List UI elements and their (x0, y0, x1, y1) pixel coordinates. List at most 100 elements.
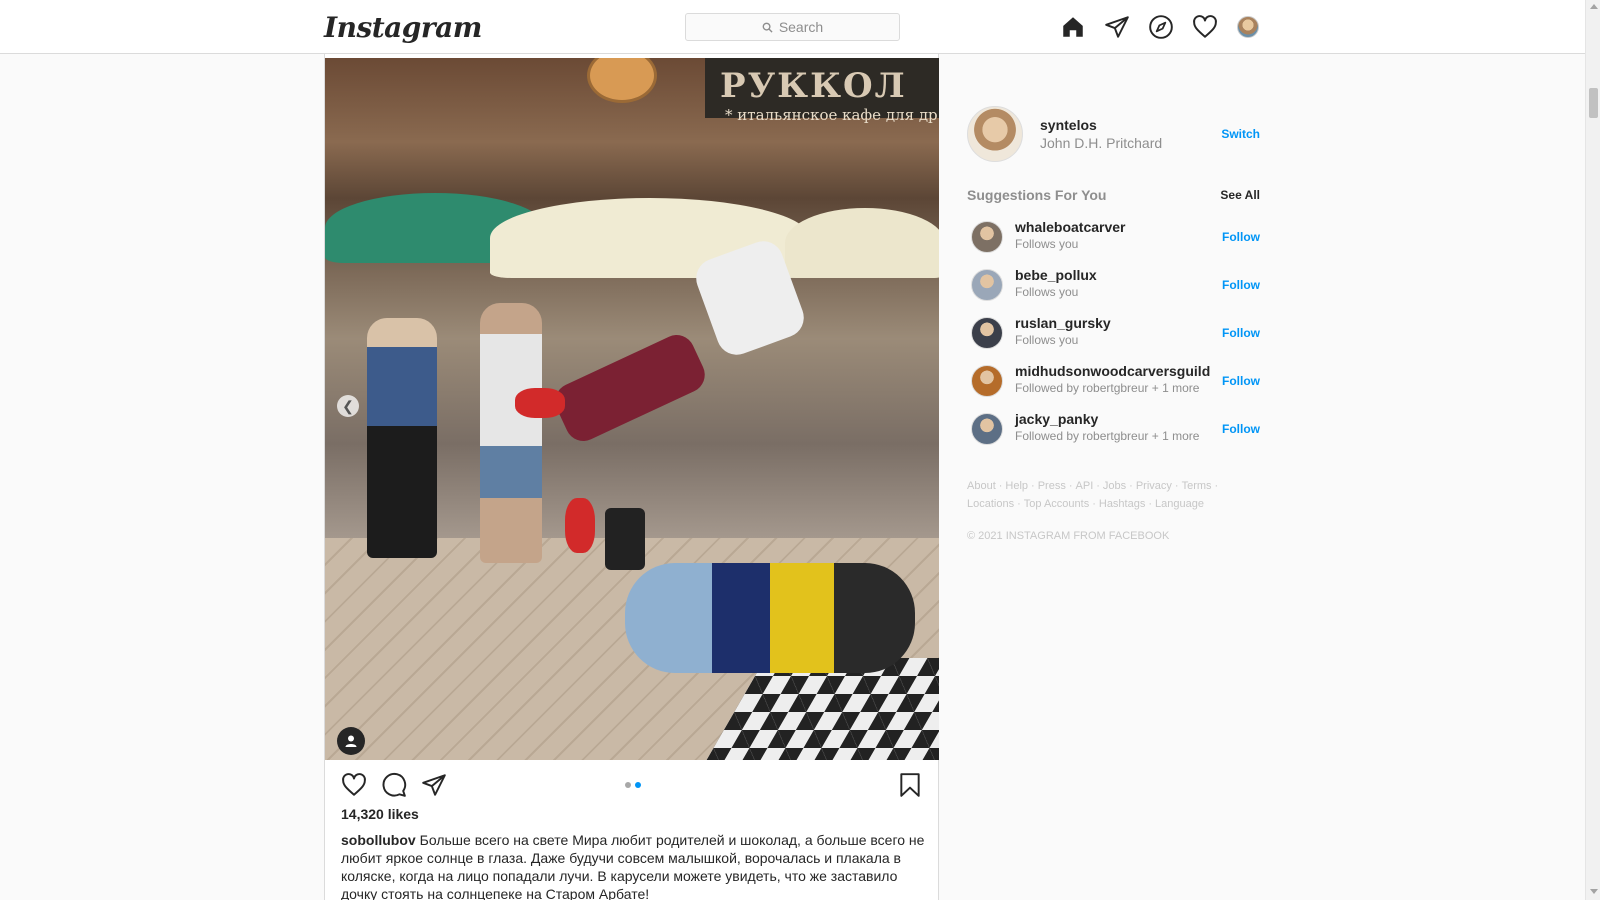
suggestion-item: ruslan_gursky Follows you Follow (967, 309, 1260, 357)
footer-separator: · (1148, 498, 1153, 510)
profile-avatar[interactable] (1237, 16, 1259, 38)
current-user-avatar[interactable] (967, 106, 1023, 162)
footer-links: About · Help · Press · API · Jobs · Privacy · Terms ·… (967, 477, 1260, 513)
caption-author[interactable]: sobollubov (341, 832, 416, 848)
explore-icon[interactable] (1148, 14, 1174, 40)
footer-separator: · (1031, 480, 1035, 492)
post-caption: sobollubov Больше всего на свете Мира люб… (341, 831, 926, 900)
follow-button[interactable]: Follow (1222, 278, 1260, 292)
see-all-button[interactable]: See All (1220, 188, 1260, 202)
post-actions-bar (325, 760, 939, 808)
footer-link-language[interactable]: Language (1155, 498, 1204, 510)
bookmark-icon[interactable] (897, 772, 923, 798)
home-icon[interactable] (1060, 14, 1086, 40)
media-bystander (367, 318, 437, 558)
footer-link-terms[interactable]: Terms (1182, 480, 1212, 492)
search-placeholder: Search (778, 19, 824, 35)
suggestion-username[interactable]: whaleboatcarver (1015, 219, 1126, 235)
like-heart-icon[interactable] (341, 772, 367, 798)
media-sign-subtext: * итальянское кафе для др (725, 106, 938, 124)
suggestion-subtitle: Followed by robertgbreur + 1 more (1015, 381, 1200, 395)
media-dancer-legs (549, 329, 711, 447)
current-user-username[interactable]: syntelos (1040, 117, 1097, 133)
follow-button[interactable]: Follow (1222, 326, 1260, 340)
suggestion-avatar[interactable] (971, 365, 1003, 397)
suggestion-avatar[interactable] (971, 221, 1003, 253)
media-bystander (480, 303, 542, 563)
footer-separator: · (1092, 498, 1096, 510)
copyright-text: © 2021 INSTAGRAM FROM FACEBOOK (967, 530, 1170, 542)
footer-link-privacy[interactable]: Privacy (1136, 480, 1172, 492)
comment-icon[interactable] (381, 772, 407, 798)
media-red-shoe (515, 388, 565, 418)
suggestion-username[interactable]: jacky_panky (1015, 411, 1098, 427)
suggestion-item: jacky_panky Followed by robertgbreur + 1… (967, 405, 1260, 453)
tagged-users-button[interactable] (337, 727, 365, 755)
footer-separator: · (1129, 480, 1133, 492)
media-red-shoe (565, 498, 595, 553)
share-icon[interactable] (421, 772, 447, 798)
media-people-lying (625, 563, 915, 673)
follow-button[interactable]: Follow (1222, 422, 1260, 436)
suggestion-item: midhudsonwoodcarversguild Followed by ro… (967, 357, 1260, 405)
carousel-dot-active (635, 782, 641, 788)
footer-separator: · (1096, 480, 1100, 492)
footer-link-locations[interactable]: Locations (967, 498, 1014, 510)
footer-link-help[interactable]: Help (1005, 480, 1028, 492)
current-user: syntelos John D.H. Pritchard Switch (967, 106, 1260, 162)
follow-button[interactable]: Follow (1222, 230, 1260, 244)
chevron-left-icon: ❮ (342, 397, 354, 414)
likes-count[interactable]: 14,320 likes (341, 806, 419, 822)
post-media-image[interactable]: РУККОЛ * итальянское кафе для др ❮ (325, 58, 939, 760)
suggestion-avatar[interactable] (971, 269, 1003, 301)
footer-separator: · (1068, 480, 1073, 492)
suggestion-username[interactable]: midhudsonwoodcarversguild (1015, 363, 1210, 379)
search-icon (762, 22, 773, 33)
media-clock-detail (587, 58, 657, 103)
footer-link-jobs[interactable]: Jobs (1103, 480, 1126, 492)
page-scrollbar[interactable] (1585, 0, 1600, 900)
scrollbar-thumb[interactable] (1589, 88, 1598, 118)
suggestion-subtitle: Follows you (1015, 237, 1079, 251)
suggestion-subtitle: Follows you (1015, 333, 1079, 347)
suggestion-username[interactable]: bebe_pollux (1015, 267, 1097, 283)
current-user-fullname: John D.H. Pritchard (1040, 135, 1163, 151)
carousel-indicator (625, 782, 641, 788)
footer-separator: · (1214, 480, 1219, 492)
top-nav: Instagram Search (0, 0, 1585, 54)
scroll-down-arrow-icon[interactable] (1590, 889, 1598, 894)
suggestion-subtitle: Followed by robertgbreur + 1 more (1015, 429, 1200, 443)
carousel-dot (625, 782, 631, 788)
footer-separator: · (1174, 480, 1179, 492)
instagram-logo[interactable]: Instagram (324, 11, 482, 44)
suggestion-username[interactable]: ruslan_gursky (1015, 315, 1111, 331)
suggestion-subtitle: Follows you (1015, 285, 1079, 299)
user-icon (345, 735, 357, 747)
switch-account-button[interactable]: Switch (1221, 127, 1260, 141)
caption-text: Больше всего на свете Мира любит родител… (341, 832, 925, 900)
suggestion-avatar[interactable] (971, 413, 1003, 445)
media-umbrella (785, 208, 939, 278)
media-speaker (605, 508, 645, 570)
suggestions-list: whaleboatcarver Follows you Follow bebe_… (967, 213, 1260, 453)
footer-link-api[interactable]: API (1076, 480, 1094, 492)
direct-icon[interactable] (1104, 14, 1130, 40)
search-input[interactable]: Search (685, 13, 900, 41)
footer-link-hashtags[interactable]: Hashtags (1099, 498, 1145, 510)
footer-link-top-accounts[interactable]: Top Accounts (1024, 498, 1089, 510)
suggestion-item: whaleboatcarver Follows you Follow (967, 213, 1260, 261)
activity-heart-icon[interactable] (1192, 14, 1218, 40)
footer-separator: · (1017, 498, 1021, 510)
footer-separator: · (998, 480, 1003, 492)
media-sign-text: РУККОЛ (720, 66, 907, 106)
suggestion-item: bebe_pollux Follows you Follow (967, 261, 1260, 309)
carousel-prev-button[interactable]: ❮ (337, 395, 359, 417)
feed-post: РУККОЛ * итальянское кафе для др ❮ 14,32… (324, 54, 939, 900)
scroll-up-arrow-icon[interactable] (1590, 4, 1598, 9)
suggestions-title: Suggestions For You (967, 187, 1107, 203)
footer-link-about[interactable]: About (967, 480, 996, 492)
suggestions-header: Suggestions For You See All (967, 187, 1260, 203)
suggestion-avatar[interactable] (971, 317, 1003, 349)
footer-link-press[interactable]: Press (1038, 480, 1066, 492)
follow-button[interactable]: Follow (1222, 374, 1260, 388)
